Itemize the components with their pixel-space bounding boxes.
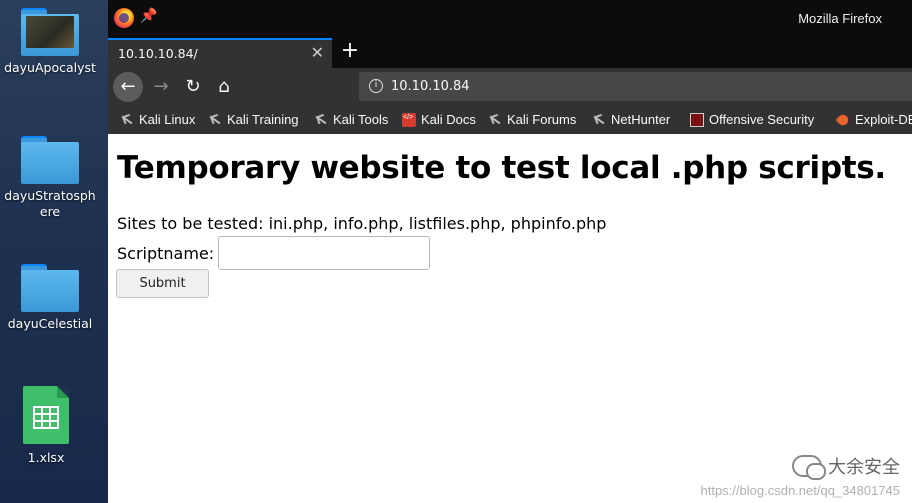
spreadsheet-icon xyxy=(23,386,69,444)
watermark-url: https://blog.csdn.net/qq_34801745 xyxy=(700,483,901,498)
bookmark-exploit-db[interactable]: Exploit-DB xyxy=(835,112,912,127)
url-text[interactable]: 10.10.10.84 xyxy=(391,79,470,94)
kali-dragon-icon xyxy=(592,113,606,127)
new-tab-button[interactable]: + xyxy=(338,38,362,63)
bookmarks-toolbar: Kali Linux Kali Training Kali Tools Kali… xyxy=(108,106,912,134)
bookmark-kali-tools[interactable]: Kali Tools xyxy=(314,112,388,127)
exploit-db-icon xyxy=(835,112,851,127)
desktop-icon-dayustratosphere[interactable]: dayuStratosphere xyxy=(0,136,100,220)
forward-arrow-icon[interactable]: → xyxy=(146,72,176,102)
desktop-icon-xlsx[interactable]: 1.xlsx xyxy=(0,386,96,466)
kali-dragon-icon xyxy=(488,113,502,127)
firefox-logo-icon xyxy=(114,8,134,28)
page-content: Temporary website to test local .php scr… xyxy=(108,134,912,503)
bookmark-label: Kali Linux xyxy=(139,112,196,127)
bookmark-nethunter[interactable]: NetHunter xyxy=(592,112,670,127)
kali-dragon-icon xyxy=(314,113,328,127)
offsec-icon xyxy=(690,112,704,127)
wechat-icon xyxy=(792,455,826,480)
watermark-logo: 大余安全 xyxy=(701,453,900,480)
tab-title: 10.10.10.84/ xyxy=(118,46,198,61)
page-title: Temporary website to test local .php scr… xyxy=(117,150,886,186)
watermark: 大余安全 https://blog.csdn.net/qq_34801745 xyxy=(700,453,901,498)
info-icon[interactable]: i xyxy=(369,79,383,93)
bookmark-kali-linux[interactable]: Kali Linux xyxy=(120,112,195,127)
tab-active[interactable]: 10.10.10.84/ ✕ xyxy=(108,38,332,68)
firefox-window: 📌 Mozilla Firefox 10.10.10.84/ ✕ + ← → ↻… xyxy=(108,0,912,503)
desktop-icon-dayuapocalyst[interactable]: dayuApocalyst xyxy=(0,8,100,76)
folder-icon xyxy=(21,136,79,184)
bookmark-label: Offensive Security xyxy=(709,112,815,127)
bookmark-label: Exploit-DB xyxy=(855,112,912,127)
bookmark-label: Kali Training xyxy=(227,112,299,127)
url-bar[interactable]: i 10.10.10.84 xyxy=(359,72,912,101)
folder-icon xyxy=(21,264,79,312)
submit-button[interactable]: Submit xyxy=(116,269,209,298)
home-icon[interactable]: ⌂ xyxy=(209,72,239,102)
script-form-row: Scriptname: xyxy=(117,236,431,270)
bookmark-label: Kali Forums xyxy=(507,112,577,127)
bookmark-kali-docs[interactable]: Kali Docs xyxy=(402,112,476,127)
scriptname-input[interactable] xyxy=(218,236,431,270)
bookmark-label: Kali Docs xyxy=(421,112,476,127)
folder-image-icon xyxy=(21,8,79,56)
bookmark-offensive-security[interactable]: Offensive Security xyxy=(690,112,814,127)
sites-text: Sites to be tested: ini.php, info.php, l… xyxy=(117,214,607,233)
desktop-icon-label: dayuApocalyst xyxy=(4,60,96,75)
pin-icon[interactable]: 📌 xyxy=(140,8,157,24)
desktop: dayuApocalyst dayuStratosphere dayuCeles… xyxy=(0,0,108,503)
window-title: Mozilla Firefox xyxy=(798,11,882,26)
tab-strip: 10.10.10.84/ ✕ + xyxy=(108,36,912,68)
navigation-toolbar: ← → ↻ ⌂ i 10.10.10.84 xyxy=(108,68,912,106)
reload-icon[interactable]: ↻ xyxy=(178,72,208,102)
desktop-icon-label: 1.xlsx xyxy=(27,450,65,465)
scriptname-label: Scriptname: xyxy=(117,243,215,263)
bookmark-kali-forums[interactable]: Kali Forums xyxy=(488,112,576,127)
title-bar: 📌 Mozilla Firefox xyxy=(108,0,912,36)
kali-dragon-icon xyxy=(208,113,222,127)
kali-dragon-icon xyxy=(120,113,134,127)
close-icon[interactable]: ✕ xyxy=(311,43,324,62)
desktop-icon-dayucelestial[interactable]: dayuCelestial xyxy=(0,264,100,332)
bookmark-label: Kali Tools xyxy=(333,112,389,127)
desktop-icon-label: dayuCelestial xyxy=(7,316,93,331)
back-arrow-icon[interactable]: ← xyxy=(113,72,143,102)
bookmark-kali-training[interactable]: Kali Training xyxy=(208,112,299,127)
watermark-brand: 大余安全 xyxy=(828,457,900,478)
desktop-icon-label: dayuStratosphere xyxy=(4,188,96,219)
docs-icon xyxy=(402,112,416,127)
bookmark-label: NetHunter xyxy=(611,112,671,127)
